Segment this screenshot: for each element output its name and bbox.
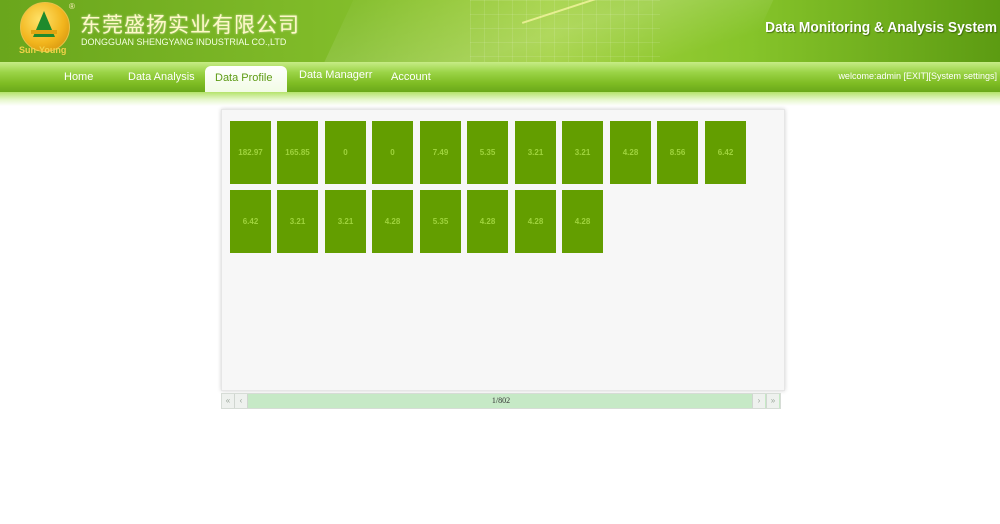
data-tile[interactable]: 4.28 <box>372 190 413 253</box>
nav-data-manager[interactable]: Data Managerr <box>299 69 372 81</box>
nav-home[interactable]: Home <box>64 71 93 83</box>
welcome-text[interactable]: welcome:admin [EXIT][System settings] <box>838 71 997 81</box>
data-tile[interactable]: 4.28 <box>515 190 556 253</box>
pager-bar: 1/802 « ‹ › » <box>221 393 781 409</box>
data-tile[interactable]: 6.42 <box>230 190 271 253</box>
logo-text: Sun-Young <box>19 45 67 55</box>
data-tile[interactable]: 182.97 <box>230 121 271 184</box>
data-tile[interactable]: 3.21 <box>325 190 366 253</box>
first-page-button[interactable]: « <box>222 394 235 408</box>
page-indicator: 1/802 <box>491 396 511 405</box>
data-tile[interactable]: 5.35 <box>467 121 508 184</box>
prev-page-button[interactable]: ‹ <box>235 394 248 408</box>
app-header: ® Sun-Young 东莞盛扬实业有限公司 DONGGUAN SHENGYAN… <box>0 0 1000 62</box>
last-page-button[interactable]: » <box>766 394 779 408</box>
data-tile[interactable]: 3.21 <box>277 190 318 253</box>
data-tile[interactable]: 0 <box>325 121 366 184</box>
company-name-en: DONGGUAN SHENGYANG INDUSTRIAL CO.,LTD <box>81 37 287 47</box>
registered-mark: ® <box>69 2 75 11</box>
data-profile-panel: 182.97 165.85 0 0 7.49 5.35 3.21 3.21 4.… <box>221 109 785 391</box>
data-tile[interactable]: 7.49 <box>420 121 461 184</box>
data-tile[interactable]: 165.85 <box>277 121 318 184</box>
next-page-button[interactable]: › <box>752 394 765 408</box>
nav-account[interactable]: Account <box>391 71 431 83</box>
data-tile[interactable]: 4.28 <box>467 190 508 253</box>
data-tile[interactable]: 4.28 <box>562 190 603 253</box>
main-nav: Home Data Analysis Data Managerr Account… <box>0 62 1000 92</box>
data-tile[interactable]: 3.21 <box>515 121 556 184</box>
nav-data-profile[interactable]: Data Profile <box>205 66 287 93</box>
nav-subbar <box>0 92 1000 106</box>
data-tile[interactable]: 8.56 <box>657 121 698 184</box>
data-tile[interactable]: 5.35 <box>420 190 461 253</box>
data-tile[interactable]: 0 <box>372 121 413 184</box>
data-tile[interactable]: 3.21 <box>562 121 603 184</box>
company-name-cn: 东莞盛扬实业有限公司 <box>80 14 300 37</box>
logo-bar-icon <box>31 30 57 34</box>
nav-data-profile-label: Data Profile <box>215 72 273 84</box>
data-tile[interactable]: 6.42 <box>705 121 746 184</box>
nav-data-analysis[interactable]: Data Analysis <box>128 71 195 83</box>
system-title: Data Monitoring & Analysis System <box>765 19 997 36</box>
data-tile[interactable]: 4.28 <box>610 121 651 184</box>
